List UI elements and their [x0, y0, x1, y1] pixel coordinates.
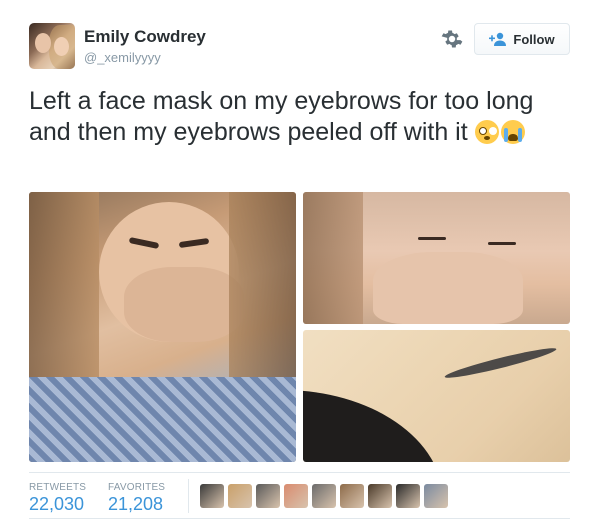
favoriter-avatar-7[interactable]	[368, 484, 392, 508]
tweet-text: Left a face mask on my eyebrows for too …	[29, 86, 574, 148]
photo-hand	[124, 267, 244, 342]
follow-button[interactable]: Follow	[474, 23, 570, 55]
favoriter-avatar-4[interactable]	[284, 484, 308, 508]
tweet-media	[29, 192, 570, 462]
crying-face-icon	[500, 120, 525, 144]
profile-avatar[interactable]	[29, 23, 75, 69]
divider	[29, 472, 570, 473]
user-name[interactable]: Emily Cowdrey	[84, 27, 206, 47]
photo-peeled-eyebrow[interactable]	[303, 330, 570, 462]
favoriter-avatar-6[interactable]	[340, 484, 364, 508]
photo-dress	[29, 377, 296, 462]
favoriter-avatar-8[interactable]	[396, 484, 420, 508]
flushed-face-icon	[474, 120, 499, 144]
photo-eyelash	[418, 237, 446, 240]
favoriter-avatar-2[interactable]	[228, 484, 252, 508]
photo-selfie[interactable]	[29, 192, 296, 462]
avatar-face	[54, 37, 69, 56]
follow-label: Follow	[513, 31, 555, 47]
tweet-body: Left a face mask on my eyebrows for too …	[29, 87, 534, 146]
stats-separator	[188, 479, 189, 513]
favorites-label: FAVORITES	[108, 482, 166, 493]
photo-hair	[303, 192, 363, 324]
photo-shadow	[303, 390, 443, 462]
add-user-icon	[489, 32, 507, 46]
photo-closeup[interactable]	[303, 192, 570, 324]
gear-icon[interactable]	[441, 28, 463, 50]
favoriter-avatar-3[interactable]	[256, 484, 280, 508]
photo-hand	[373, 252, 523, 324]
user-handle[interactable]: @_xemilyyyy	[84, 50, 161, 65]
divider	[29, 518, 570, 519]
favoriter-avatar-1[interactable]	[200, 484, 224, 508]
photo-eyelash	[488, 242, 516, 245]
avatar-face	[35, 33, 51, 53]
retweets-label: RETWEETS	[29, 482, 87, 493]
favoriter-avatar-5[interactable]	[312, 484, 336, 508]
favoriter-avatar-9[interactable]	[424, 484, 448, 508]
photo-eyebrow	[443, 344, 558, 382]
favorites-count[interactable]: 21,208	[108, 494, 163, 515]
retweets-count[interactable]: 22,030	[29, 494, 84, 515]
